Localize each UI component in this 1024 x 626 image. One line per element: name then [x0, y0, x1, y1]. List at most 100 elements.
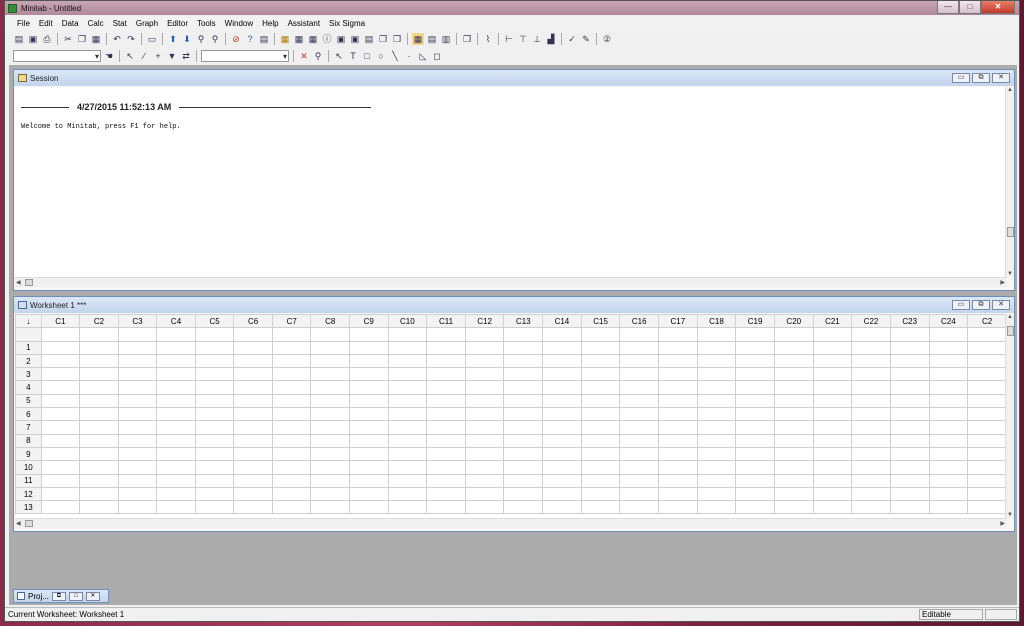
cascade-icon[interactable]: ▤ [426, 33, 438, 45]
data-cell[interactable] [271, 380, 312, 395]
data-cell[interactable] [735, 380, 775, 395]
data-cell[interactable] [387, 420, 428, 435]
data-cell[interactable] [928, 393, 969, 409]
data-cell[interactable] [464, 433, 505, 448]
data-cell[interactable] [735, 460, 775, 475]
data-cell[interactable] [967, 380, 1007, 395]
column-header[interactable]: C16 [619, 314, 660, 329]
data-cell[interactable] [503, 473, 544, 488]
data-cell[interactable] [79, 460, 119, 475]
column-name-cell[interactable] [928, 327, 969, 342]
data-cell[interactable] [542, 446, 582, 462]
show-worksheets-icon[interactable]: ▦ [307, 33, 319, 45]
data-cell[interactable] [580, 433, 621, 448]
row-number[interactable]: 12 [15, 486, 42, 502]
data-cell[interactable] [464, 353, 505, 369]
show-session-icon[interactable]: ▦ [293, 33, 305, 45]
data-cell[interactable] [967, 486, 1007, 502]
data-cell[interactable] [851, 473, 891, 488]
data-cell[interactable] [812, 340, 853, 355]
data-cell[interactable] [349, 393, 389, 409]
session-vscroll-thumb[interactable] [1007, 227, 1014, 237]
session-minimize-button[interactable]: ▭ [952, 73, 970, 83]
menu-file[interactable]: File [17, 19, 30, 28]
help-icon[interactable]: ? [244, 33, 256, 45]
data-cell[interactable] [735, 353, 775, 369]
menu-six-sigma[interactable]: Six Sigma [329, 19, 365, 28]
data-cell[interactable] [271, 407, 312, 422]
data-cell[interactable] [233, 433, 273, 448]
data-grid[interactable]: ↓ C1 C2 C3 C4 C5 C6 C7 C8 C9 C10 C11 C12 C13 C14 C15 C16… [15, 314, 1007, 515]
close-button[interactable]: ✕ [981, 1, 1015, 14]
data-cell[interactable] [426, 486, 466, 502]
data-cell[interactable] [271, 473, 312, 488]
menu-editor[interactable]: Editor [167, 19, 188, 28]
data-cell[interactable] [542, 473, 582, 488]
data-cell[interactable] [812, 433, 853, 448]
data-cell[interactable] [889, 407, 930, 422]
menu-stat[interactable]: Stat [113, 19, 127, 28]
data-cell[interactable] [773, 446, 814, 462]
data-cell[interactable] [310, 393, 350, 409]
data-cell[interactable] [851, 367, 891, 382]
data-cell[interactable] [194, 433, 235, 448]
data-cell[interactable] [696, 446, 737, 462]
column-header[interactable]: C15 [580, 314, 621, 329]
data-cell[interactable] [40, 367, 81, 382]
data-cell[interactable] [967, 353, 1007, 369]
data-cell[interactable] [580, 486, 621, 502]
data-cell[interactable] [773, 407, 814, 422]
column-name-cell[interactable] [503, 327, 544, 342]
data-cell[interactable] [387, 407, 428, 422]
row-number[interactable]: 9 [15, 446, 42, 462]
data-cell[interactable] [851, 486, 891, 502]
data-cell[interactable] [79, 500, 119, 515]
data-cell[interactable] [233, 420, 273, 435]
data-cell[interactable] [735, 433, 775, 448]
column-header[interactable]: C13 [503, 314, 544, 329]
data-cell[interactable] [928, 486, 969, 502]
data-cell[interactable] [349, 446, 389, 462]
column-name-cell[interactable] [156, 327, 196, 342]
data-cell[interactable] [542, 353, 582, 369]
data-cell[interactable] [851, 433, 891, 448]
data-cell[interactable] [349, 420, 389, 435]
data-cell[interactable] [503, 353, 544, 369]
polygon-tool-icon[interactable]: ◺ [417, 50, 429, 62]
data-cell[interactable] [580, 446, 621, 462]
menu-data[interactable]: Data [62, 19, 79, 28]
data-cell[interactable] [812, 420, 853, 435]
worksheet-vertical-scrollbar[interactable]: ▲ ▼ [1005, 314, 1014, 518]
graph-tool-7-icon[interactable]: ② [601, 33, 613, 45]
cancel-icon[interactable]: ⊘ [230, 33, 242, 45]
paste-icon[interactable]: ▦ [90, 33, 102, 45]
data-cell[interactable] [503, 446, 544, 462]
row-number[interactable]: 7 [15, 420, 42, 435]
data-cell[interactable] [40, 393, 81, 409]
data-cell[interactable] [812, 486, 853, 502]
data-cell[interactable] [387, 460, 428, 475]
data-cell[interactable] [889, 500, 930, 515]
data-cell[interactable] [967, 393, 1007, 409]
data-cell[interactable] [117, 393, 158, 409]
data-cell[interactable] [889, 367, 930, 382]
data-cell[interactable] [812, 353, 853, 369]
session-title-bar[interactable]: Session ▭ ⧉ ✕ [14, 70, 1014, 86]
data-cell[interactable] [464, 380, 505, 395]
graph-tool-2-icon[interactable]: ⊤ [517, 33, 529, 45]
data-cell[interactable] [426, 420, 466, 435]
data-cell[interactable] [580, 407, 621, 422]
scroll-down-icon[interactable]: ▼ [1006, 512, 1014, 518]
data-cell[interactable] [156, 407, 196, 422]
data-cell[interactable] [271, 420, 312, 435]
worksheet-minimize-button[interactable]: ▭ [952, 300, 970, 310]
stat-guide-icon[interactable]: ▤ [258, 33, 270, 45]
data-cell[interactable] [696, 433, 737, 448]
data-cell[interactable] [426, 473, 466, 488]
column-name-cell[interactable] [851, 327, 891, 342]
data-cell[interactable] [387, 393, 428, 409]
data-cell[interactable] [40, 380, 81, 395]
data-cell[interactable] [194, 446, 235, 462]
column-name-cell[interactable] [619, 327, 660, 342]
data-cell[interactable] [696, 340, 737, 355]
